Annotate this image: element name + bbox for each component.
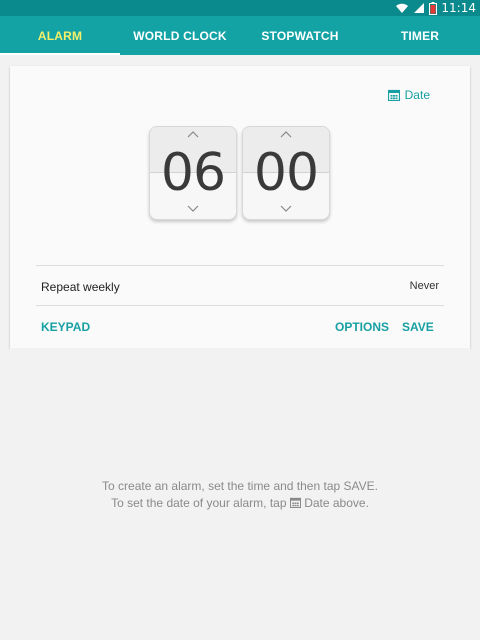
hour-value: 06 xyxy=(160,143,226,203)
divider xyxy=(36,305,444,306)
chevron-up-icon[interactable] xyxy=(280,130,292,138)
hour-picker[interactable]: 06 xyxy=(149,126,237,220)
minute-picker[interactable]: 00 xyxy=(242,126,330,220)
tab-stopwatch[interactable]: STOPWATCH xyxy=(240,16,360,55)
chevron-down-icon[interactable] xyxy=(187,205,199,213)
tab-world-clock[interactable]: WORLD CLOCK xyxy=(120,16,240,55)
save-button[interactable]: SAVE xyxy=(402,320,434,334)
wifi-icon xyxy=(396,3,409,13)
status-icons: 11:14 xyxy=(395,1,476,15)
calendar-icon xyxy=(387,89,400,101)
signal-icon xyxy=(414,3,425,13)
empty-hint-line2-start: To set the date of your alarm, tap xyxy=(111,496,287,510)
divider xyxy=(36,265,444,266)
empty-hint-line1: To create an alarm, set the time and the… xyxy=(102,479,378,493)
tab-bar: ALARM WORLD CLOCK STOPWATCH TIMER xyxy=(0,16,480,55)
alarm-list-empty: To create an alarm, set the time and the… xyxy=(10,348,470,632)
keypad-button[interactable]: KEYPAD xyxy=(41,320,90,334)
date-label: Date xyxy=(404,88,430,102)
repeat-weekly-label[interactable]: Repeat weekly xyxy=(41,280,120,294)
tab-timer[interactable]: TIMER xyxy=(360,16,480,55)
repeat-weekly-value[interactable]: Never xyxy=(410,280,439,292)
empty-hint-line2: To set the date of your alarm, tap Date … xyxy=(10,496,470,510)
battery-icon xyxy=(429,1,438,15)
status-time: 11:14 xyxy=(441,1,476,15)
tab-alarm[interactable]: ALARM xyxy=(0,16,120,55)
empty-hint-line2-end: Date above. xyxy=(304,496,369,510)
chevron-down-icon[interactable] xyxy=(280,205,292,213)
date-button[interactable]: Date xyxy=(387,88,430,102)
alarm-editor-card: Date 06 00 Repeat weekly Never KEYPAD OP… xyxy=(10,66,470,348)
chevron-up-icon[interactable] xyxy=(187,130,199,138)
options-button[interactable]: OPTIONS xyxy=(335,320,389,334)
calendar-icon xyxy=(289,497,301,509)
status-bar: 11:14 xyxy=(0,0,480,16)
minute-value: 00 xyxy=(253,143,319,203)
